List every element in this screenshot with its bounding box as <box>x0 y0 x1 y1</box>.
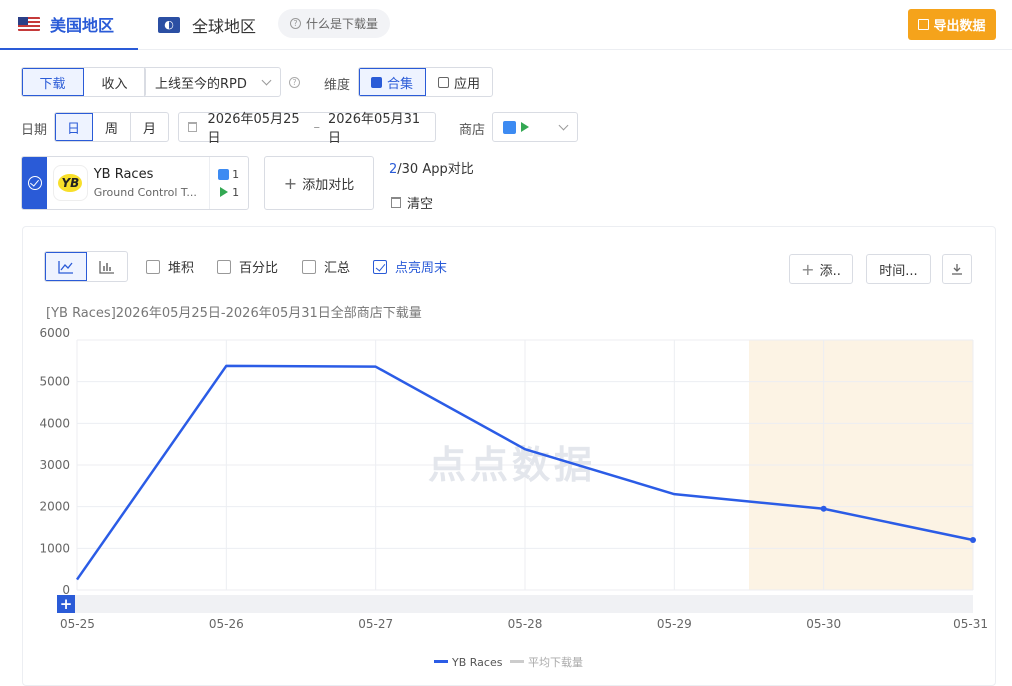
tab-day[interactable]: 日 <box>55 113 93 141</box>
rpd-select-value: 上线至今的RPD <box>155 76 247 92</box>
summary-checkbox[interactable]: 汇总 <box>302 257 350 276</box>
clear-label: 清空 <box>407 197 434 212</box>
what-is-downloads-help[interactable]: ? 什么是下载量 <box>278 9 391 38</box>
checkbox-box <box>373 259 387 274</box>
tab-week[interactable]: 周 <box>93 113 131 141</box>
add-series-button[interactable]: + 添.. <box>789 254 853 284</box>
checkbox-box <box>302 259 316 274</box>
percent-checkbox[interactable]: 百分比 <box>217 257 278 276</box>
tab-us-region[interactable]: 美国地区 <box>0 0 138 50</box>
rpd-help-icon[interactable]: ? <box>289 77 300 88</box>
us-flag-icon <box>18 17 40 31</box>
tab-collection-label: 合集 <box>386 76 413 92</box>
clear-button[interactable]: 清空 <box>391 193 433 212</box>
google-play-icon <box>521 122 529 132</box>
app-name: YB Races <box>93 167 154 182</box>
tab-downloads[interactable]: 下载 <box>22 68 84 96</box>
app-logo-text: YB <box>58 174 83 192</box>
line-chart-icon <box>57 260 73 274</box>
bar-chart-icon <box>99 260 114 274</box>
store-select[interactable] <box>492 112 578 142</box>
summary-label: 汇总 <box>324 261 351 276</box>
grid-icon <box>437 76 449 88</box>
app-developer: Ground Control T... <box>93 186 197 199</box>
store-label: 商店 <box>459 123 486 138</box>
dimension-label: 维度 <box>324 78 351 93</box>
tab-app[interactable]: 应用 <box>426 68 492 96</box>
percent-label: 百分比 <box>239 261 279 276</box>
export-data-button[interactable]: 导出数据 <box>908 9 996 40</box>
time-button[interactable]: 时间... <box>866 254 931 284</box>
highlight-weekend-checkbox[interactable]: 点亮周末 <box>373 257 447 276</box>
tab-month[interactable]: 月 <box>131 113 168 141</box>
tab-global-region[interactable]: ◐ 全球地区 <box>158 0 256 50</box>
check-circle-icon <box>27 176 42 190</box>
checkbox-box <box>217 259 231 274</box>
stacked-label: 堆积 <box>168 261 195 276</box>
date-separator: – <box>313 119 320 135</box>
chevron-down-icon <box>558 120 569 130</box>
globe-icon: ◐ <box>158 17 180 33</box>
layers-icon <box>370 76 382 88</box>
tab-collection[interactable]: 合集 <box>359 68 426 96</box>
period-toggle: 日 周 月 <box>54 112 169 142</box>
calendar-icon <box>188 122 198 132</box>
dimension-toggle: 合集 应用 <box>358 67 493 97</box>
date-range-picker[interactable]: 2026年05月25日 – 2026年05月31日 <box>178 112 436 146</box>
date-label: 日期 <box>21 123 48 138</box>
tab-us-region-label: 美国地区 <box>50 16 115 35</box>
chevron-down-icon <box>261 75 272 85</box>
rpd-select[interactable]: 上线至今的RPD <box>144 67 281 97</box>
google-play-icon <box>220 187 229 197</box>
plus-icon: + <box>283 173 298 193</box>
highlight-weekend-label: 点亮周末 <box>395 261 448 276</box>
tab-revenue[interactable]: 收入 <box>84 68 145 96</box>
plus-icon: + <box>801 259 815 279</box>
time-label: 时间... <box>879 263 918 279</box>
date-start: 2026年05月25日 <box>207 112 300 146</box>
tab-app-label: 应用 <box>453 76 480 92</box>
app-selected-check[interactable] <box>22 157 48 209</box>
app-store-counts: 1 1 <box>209 157 248 209</box>
stacked-checkbox[interactable]: 堆积 <box>146 257 194 276</box>
chart-title: [YB Races]2026年05月25日-2026年05月31日全部商店下载量 <box>46 306 422 321</box>
compare-count: 2/30 App对比 <box>389 158 474 177</box>
chart-type-toggle <box>44 251 128 282</box>
checkbox-box <box>146 259 160 274</box>
tab-global-region-label: 全球地区 <box>192 17 257 36</box>
line-chart-button[interactable] <box>45 252 87 281</box>
app-store-icon <box>218 168 230 180</box>
add-series-label: 添.. <box>819 263 841 279</box>
download-icon <box>952 264 962 275</box>
metric-toggle: 下载 收入 <box>21 67 146 97</box>
top-bar: 美国地区 ◐ 全球地区 ? 什么是下载量 导出数据 <box>0 0 1012 50</box>
app-card[interactable]: YB YB Races Ground Control T... 1 1 <box>21 156 249 210</box>
app-store-icon <box>503 120 516 134</box>
help-label: 什么是下载量 <box>306 17 379 31</box>
compare-total: /30 App对比 <box>397 162 474 177</box>
add-compare-button[interactable]: + 添加对比 <box>264 156 374 210</box>
app-logo: YB <box>53 165 88 201</box>
add-compare-label: 添加对比 <box>302 177 355 193</box>
question-icon: ? <box>290 18 301 29</box>
date-end: 2026年05月31日 <box>327 112 421 146</box>
appstore-count: 1 <box>232 167 240 181</box>
export-label: 导出数据 <box>933 19 986 34</box>
trash-icon <box>391 197 401 208</box>
chart-panel <box>22 226 996 686</box>
bar-chart-button[interactable] <box>87 252 127 281</box>
export-icon <box>918 19 930 30</box>
download-chart-button[interactable] <box>942 254 972 284</box>
googleplay-count: 1 <box>232 185 240 199</box>
